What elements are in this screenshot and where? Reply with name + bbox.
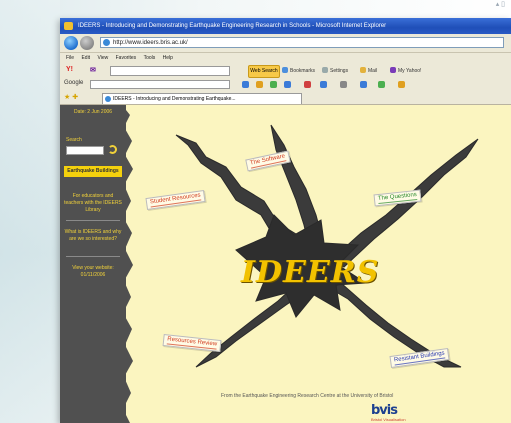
search-go-icon[interactable] (108, 145, 117, 154)
ie-app-icon (64, 22, 73, 30)
search-label: Search (66, 137, 82, 143)
footer-credit: From the Earthquake Engineering Research… (221, 393, 394, 399)
toolbar-icon[interactable] (398, 81, 405, 88)
settings-button[interactable]: Settings (322, 66, 348, 76)
google-label: Google (64, 80, 84, 86)
sidebar-divider (66, 256, 120, 257)
browser-tab[interactable]: IDEERS - Introducing and Demonstrating E… (102, 93, 302, 104)
earthquake-buildings-button[interactable]: Earthquake Buildings (64, 166, 122, 177)
logo-brand: bvis (371, 403, 398, 418)
toolbar-icon[interactable] (242, 81, 249, 88)
forward-button[interactable] (80, 36, 94, 50)
mail-button[interactable]: Mail (360, 66, 377, 76)
menu-file[interactable]: File (66, 55, 74, 61)
google-search-input[interactable] (90, 80, 230, 89)
toolbar-icon[interactable] (360, 81, 367, 88)
background-photo-edge (0, 0, 60, 423)
menu-favorites[interactable]: Favorites (116, 55, 137, 61)
toolbar-icon[interactable] (270, 81, 277, 88)
browser-window: IDEERS - Introducing and Demonstrating E… (60, 18, 511, 423)
navigation-bar: http://www.ideers.bris.ac.uk/ (60, 34, 511, 53)
ideers-logo-title[interactable]: IDEERS (241, 255, 379, 290)
toolbar-icon[interactable] (378, 81, 385, 88)
toolbar-icon[interactable] (284, 81, 291, 88)
toolbar-icon[interactable] (340, 81, 347, 88)
toolbar-icon[interactable] (256, 81, 263, 88)
favorites-star-icon[interactable]: ★ ✚ (64, 94, 78, 102)
bookmarks-button[interactable]: Bookmarks (282, 66, 315, 76)
ideers-diagram: IDEERS The Software Student Resources Th… (126, 105, 511, 423)
title-bar: IDEERS - Introducing and Demonstrating E… (60, 18, 511, 34)
tab-bar: ★ ✚ IDEERS - Introducing and Demonstrati… (60, 92, 511, 105)
left-sidebar: Date: 2 Jun 2006 Search Earthquake Build… (60, 105, 133, 423)
date-label: Date: 2 Jun 2006 (73, 109, 113, 115)
corner-mark: ▴ ▯ (495, 1, 505, 8)
window-title: IDEERS - Introducing and Demonstrating E… (78, 23, 387, 29)
yahoo-logo[interactable]: Y! (66, 66, 73, 73)
sidebar-divider (66, 220, 120, 221)
sidebar-link-educators[interactable]: For educators and teachers with the IDEE… (63, 193, 123, 214)
toolbar-icon[interactable] (304, 81, 311, 88)
address-bar[interactable]: http://www.ideers.bris.ac.uk/ (100, 37, 504, 48)
sidebar-link-website[interactable]: View your website: 01/11/2006 (63, 265, 123, 279)
logo-tagline: Bristol Visualisation (371, 417, 406, 422)
my-yahoo-button[interactable]: My Yahoo! (390, 66, 421, 76)
menu-edit[interactable]: Edit (81, 55, 90, 61)
address-text: http://www.ideers.bris.ac.uk/ (113, 40, 188, 46)
menu-bar: File Edit View Favorites Tools Help (60, 53, 511, 63)
sidebar-link-about[interactable]: What is IDEERS and why are we so interes… (63, 229, 123, 243)
google-toolbar: Google (60, 79, 511, 91)
back-button[interactable] (64, 36, 78, 50)
site-search-input[interactable] (66, 146, 104, 155)
web-search-button[interactable]: Web Search (248, 65, 280, 78)
menu-help[interactable]: Help (163, 55, 173, 61)
page-icon (103, 39, 110, 46)
page-content: Date: 2 Jun 2006 Search Earthquake Build… (60, 105, 511, 423)
yahoo-mail-icon[interactable]: ✉ (90, 66, 96, 74)
toolbar-search-input[interactable] (110, 66, 230, 76)
yahoo-toolbar: Y! ✉ Web Search Bookmarks Settings Mail … (60, 64, 511, 78)
toolbar-icon[interactable] (320, 81, 327, 88)
menu-view[interactable]: View (97, 55, 108, 61)
menu-tools[interactable]: Tools (144, 55, 156, 61)
bvis-logo[interactable]: bvis Bristol Visualisation (371, 401, 431, 423)
